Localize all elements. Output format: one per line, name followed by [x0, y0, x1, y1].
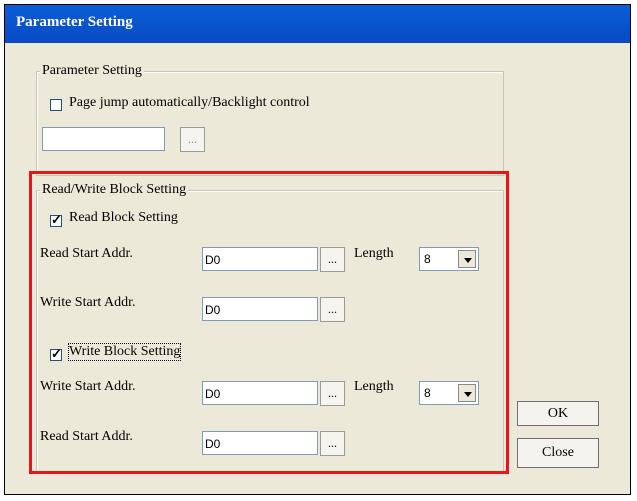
write-length-select[interactable]: 8	[419, 381, 479, 405]
chevron-down-icon[interactable]	[458, 384, 476, 402]
ok-button[interactable]: OK	[517, 401, 599, 426]
read-block-label: Read Block Setting	[69, 210, 178, 225]
chevron-down-icon[interactable]	[458, 250, 476, 268]
read-length-value: 8	[424, 252, 431, 266]
page-jump-checkbox[interactable]	[50, 99, 62, 111]
read-write-block-group: Read/Write Block Setting Read Block Sett…	[36, 182, 504, 473]
page-jump-label: Page jump automatically/Backlight contro…	[69, 95, 310, 110]
write-start-addr-label: Write Start Addr.	[40, 295, 136, 310]
parameter-setting-dialog: Parameter Setting Parameter Setting Page…	[4, 4, 631, 495]
write-length-label: Length	[354, 379, 394, 394]
parameter-browse-button[interactable]: ...	[180, 127, 205, 152]
write-block-write-start-browse-button[interactable]: ...	[320, 381, 345, 406]
parameter-setting-legend: Parameter Setting	[40, 63, 144, 79]
read-start-browse-button[interactable]: ...	[320, 247, 345, 272]
write-block-read-start-label: Read Start Addr.	[40, 429, 133, 444]
write-block-write-start-label: Write Start Addr.	[40, 379, 136, 394]
read-length-select[interactable]: 8	[419, 247, 479, 271]
parameter-setting-group: Parameter Setting Page jump automaticall…	[36, 63, 504, 176]
read-start-addr-label: Read Start Addr.	[40, 246, 133, 261]
write-block-read-start-browse-button[interactable]: ...	[320, 431, 345, 456]
window-title: Parameter Setting	[16, 14, 133, 30]
read-start-addr-input[interactable]: D0	[202, 247, 318, 271]
write-block-write-start-input[interactable]: D0	[202, 381, 318, 405]
write-block-checkbox[interactable]	[50, 346, 62, 362]
write-length-value: 8	[424, 386, 431, 400]
read-write-block-legend: Read/Write Block Setting	[40, 182, 189, 198]
close-button[interactable]: Close	[517, 438, 599, 468]
write-start-addr-input[interactable]: D0	[202, 297, 318, 321]
write-start-browse-button[interactable]: ...	[320, 297, 345, 322]
write-block-read-start-input[interactable]: D0	[202, 431, 318, 455]
title-bar[interactable]: Parameter Setting	[5, 5, 630, 43]
parameter-input[interactable]	[42, 127, 165, 151]
read-length-label: Length	[354, 246, 394, 261]
read-block-checkbox[interactable]	[50, 212, 62, 228]
write-block-label: Write Block Setting	[67, 343, 182, 361]
